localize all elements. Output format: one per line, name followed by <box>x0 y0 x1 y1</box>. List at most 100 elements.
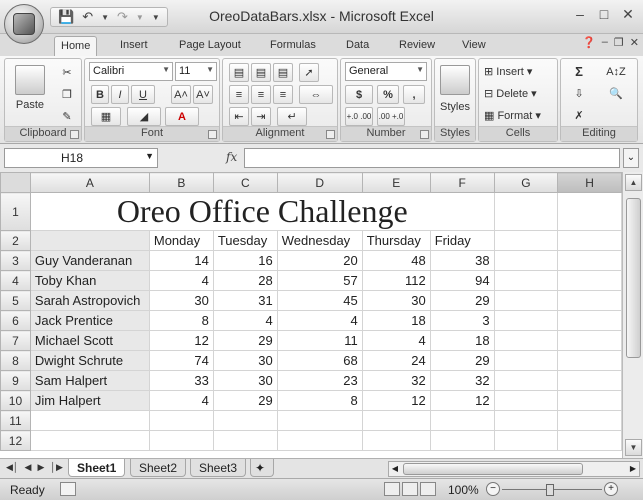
cell[interactable] <box>148 430 214 451</box>
last-sheet-icon[interactable]: │▶ <box>50 462 63 473</box>
value-cell[interactable]: 45 <box>276 290 363 311</box>
dialog-launcher-icon[interactable] <box>420 130 429 139</box>
vertical-scrollbar[interactable]: ▲ ▼ <box>622 172 643 458</box>
sheet-tab-sheet3[interactable]: Sheet3 <box>190 459 247 477</box>
column-header[interactable]: H <box>557 172 622 193</box>
restore-icon[interactable]: ❐ <box>614 36 624 49</box>
increase-decimal-button[interactable]: +.0 .00 <box>345 107 373 126</box>
row-header[interactable]: 2 <box>0 230 31 251</box>
cell[interactable] <box>493 250 559 271</box>
merge-center-icon[interactable]: ⇔ <box>299 85 333 104</box>
font-color-icon[interactable]: A <box>165 107 199 126</box>
scroll-right-icon[interactable]: ▶ <box>627 462 639 476</box>
page-break-view-icon[interactable] <box>420 482 436 496</box>
person-name-cell[interactable]: Toby Khan <box>29 270 150 291</box>
value-cell[interactable]: 32 <box>361 370 431 391</box>
value-cell[interactable]: 48 <box>361 250 431 271</box>
format-cells-button[interactable]: ▦ Format ▾ <box>483 106 555 125</box>
fill-color-icon[interactable]: ◢ <box>127 107 161 126</box>
cell[interactable] <box>493 410 559 431</box>
find-select-icon[interactable]: 🔍 <box>599 84 633 103</box>
font-name-combo[interactable]: Calibri ▼ <box>89 62 173 81</box>
zoom-out-icon[interactable]: − <box>486 482 500 496</box>
orientation-icon[interactable]: ➚ <box>299 63 319 82</box>
tab-view[interactable]: View <box>456 36 492 56</box>
scroll-up-icon[interactable]: ▲ <box>625 174 642 191</box>
column-header[interactable]: E <box>361 172 431 193</box>
row-header[interactable]: 6 <box>0 310 31 331</box>
insert-sheet-icon[interactable]: ✦ <box>250 459 274 477</box>
maximize-icon[interactable]: □ <box>593 4 615 24</box>
decrease-decimal-button[interactable]: .00 +.0 <box>377 107 405 126</box>
value-cell[interactable]: 20 <box>276 250 363 271</box>
cell[interactable] <box>212 410 278 431</box>
cell[interactable] <box>557 310 622 331</box>
scroll-left-icon[interactable]: ◀ <box>389 462 401 476</box>
row-header[interactable]: 3 <box>0 250 31 271</box>
horizontal-scrollbar[interactable]: ◀ ▶ <box>388 461 640 477</box>
italic-button[interactable]: I <box>111 85 129 104</box>
column-header[interactable]: A <box>29 172 150 193</box>
value-cell[interactable]: 29 <box>212 390 278 411</box>
cell[interactable] <box>557 192 622 231</box>
tab-review[interactable]: Review <box>393 36 441 56</box>
row-header[interactable]: 12 <box>0 430 31 451</box>
decrease-indent-icon[interactable]: ⇤ <box>229 107 249 126</box>
dialog-launcher-icon[interactable] <box>326 130 335 139</box>
day-header[interactable]: Wednesday <box>276 230 363 251</box>
minimize-icon[interactable]: – <box>602 36 608 49</box>
value-cell[interactable]: 31 <box>212 290 278 311</box>
align-left-icon[interactable]: ≡ <box>229 85 249 104</box>
value-cell[interactable]: 4 <box>148 390 214 411</box>
value-cell[interactable]: 12 <box>148 330 214 351</box>
align-top-icon[interactable]: ▤ <box>229 63 249 82</box>
value-cell[interactable]: 12 <box>429 390 495 411</box>
value-cell[interactable]: 94 <box>429 270 495 291</box>
day-header[interactable]: Monday <box>148 230 214 251</box>
value-cell[interactable]: 28 <box>212 270 278 291</box>
underline-button[interactable]: U <box>131 85 155 104</box>
align-middle-icon[interactable]: ▤ <box>251 63 271 82</box>
person-name-cell[interactable]: Dwight Schrute <box>29 350 150 371</box>
row-header[interactable]: 5 <box>0 290 31 311</box>
dropdown-arrow-icon[interactable]: ▼ <box>416 65 424 74</box>
value-cell[interactable]: 8 <box>148 310 214 331</box>
wrap-text-icon[interactable]: ↵ <box>277 107 307 126</box>
value-cell[interactable]: 12 <box>361 390 431 411</box>
sheet-tab-sheet2[interactable]: Sheet2 <box>130 459 187 477</box>
format-painter-icon[interactable]: ✎ <box>57 107 77 126</box>
cell[interactable] <box>212 430 278 451</box>
cell[interactable] <box>493 430 559 451</box>
cell[interactable] <box>361 430 431 451</box>
value-cell[interactable]: 68 <box>276 350 363 371</box>
row-header[interactable]: 8 <box>0 350 31 371</box>
select-all-corner[interactable] <box>0 172 31 193</box>
tab-data[interactable]: Data <box>340 36 375 56</box>
dialog-launcher-icon[interactable] <box>208 130 217 139</box>
insert-cells-button[interactable]: ⊞ Insert ▾ <box>483 62 555 81</box>
row-header[interactable]: 7 <box>0 330 31 351</box>
person-name-cell[interactable]: Jim Halpert <box>29 390 150 411</box>
horizontal-scroll-thumb[interactable] <box>403 463 583 475</box>
name-box[interactable]: H18 ▼ <box>4 148 158 168</box>
cell[interactable] <box>29 430 150 451</box>
cell[interactable] <box>557 410 622 431</box>
row-header[interactable]: 4 <box>0 270 31 291</box>
day-header[interactable]: Friday <box>429 230 495 251</box>
cell[interactable] <box>557 370 622 391</box>
person-name-cell[interactable]: Michael Scott <box>29 330 150 351</box>
value-cell[interactable]: 16 <box>212 250 278 271</box>
bold-button[interactable]: B <box>91 85 109 104</box>
cell[interactable] <box>429 410 495 431</box>
value-cell[interactable]: 57 <box>276 270 363 291</box>
value-cell[interactable]: 23 <box>276 370 363 391</box>
cell[interactable] <box>493 330 559 351</box>
value-cell[interactable]: 14 <box>148 250 214 271</box>
vertical-scroll-thumb[interactable] <box>626 198 641 358</box>
cell[interactable] <box>493 290 559 311</box>
minimize-icon[interactable]: – <box>569 4 591 24</box>
dropdown-arrow-icon[interactable]: ▼ <box>145 151 154 161</box>
value-cell[interactable]: 29 <box>429 290 495 311</box>
cell[interactable] <box>493 192 559 231</box>
cell[interactable] <box>557 290 622 311</box>
